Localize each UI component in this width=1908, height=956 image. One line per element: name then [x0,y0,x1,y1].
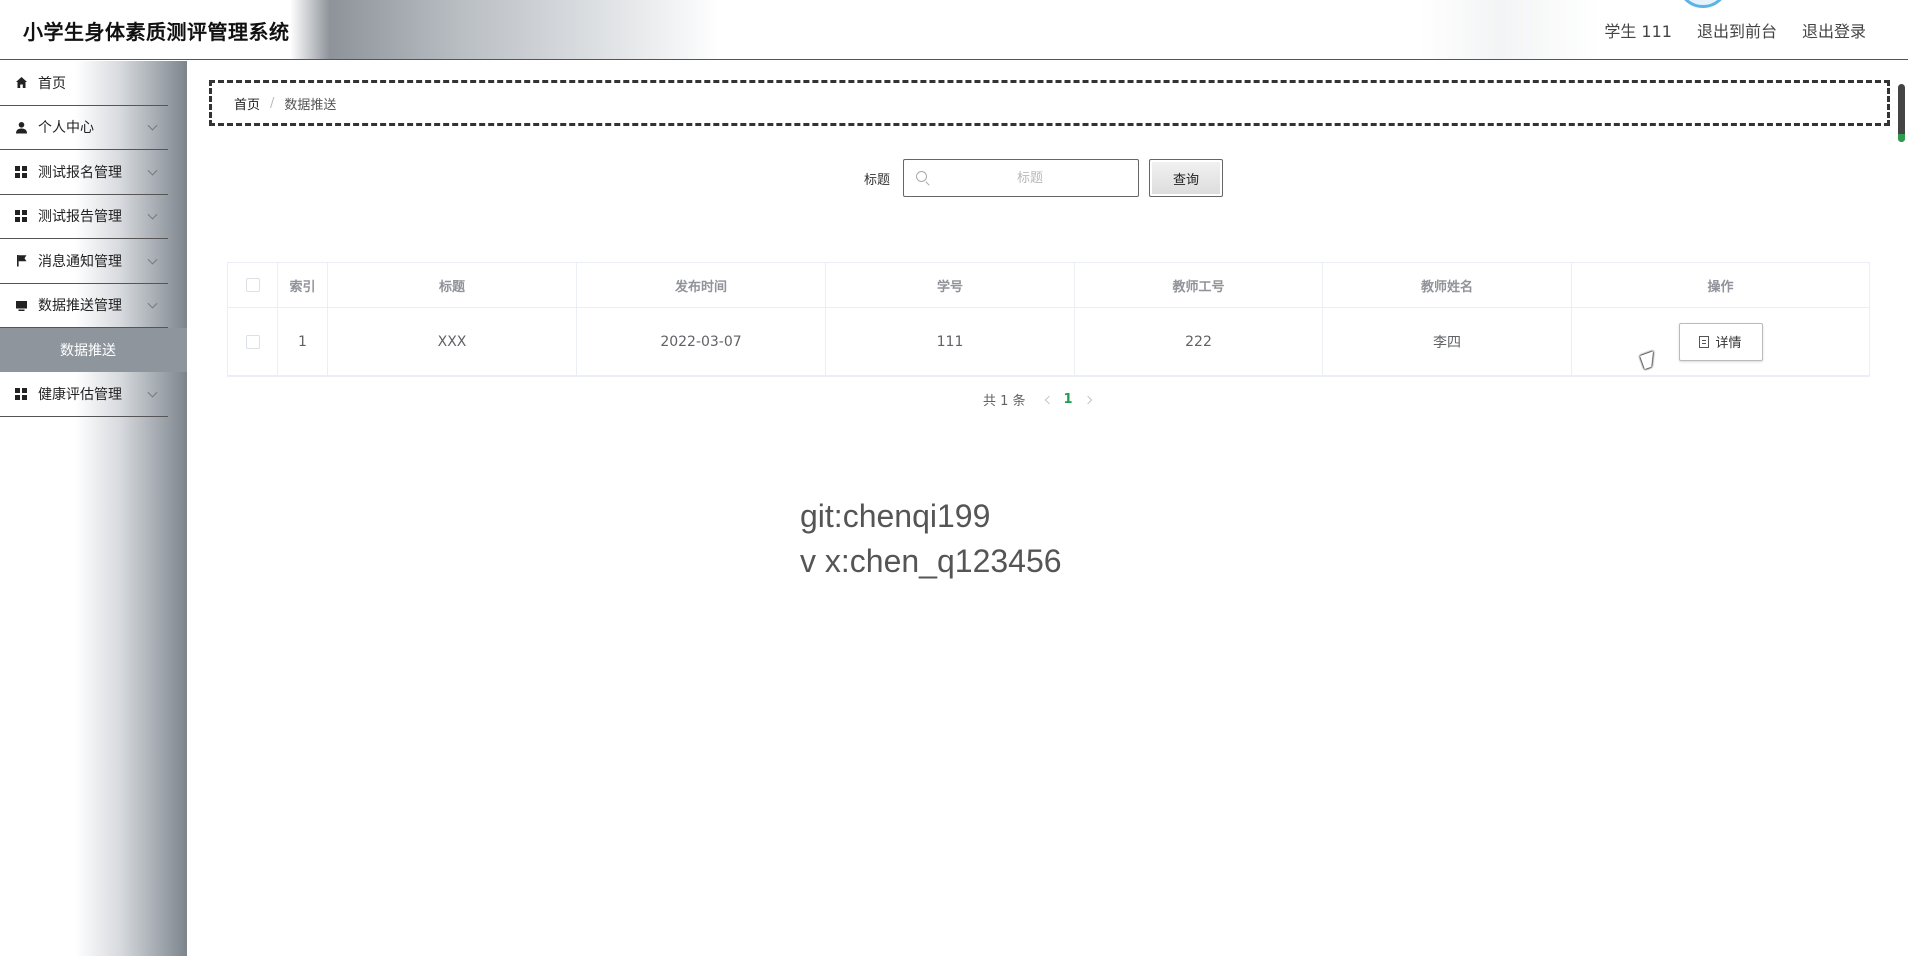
header-checkbox-cell [228,263,278,307]
watermark-line: git:chenqi199 [800,498,991,534]
cell-student-no: 111 [826,308,1075,375]
column-header: 发布时间 [577,263,826,307]
grid-icon [14,209,28,223]
pagination-total: 共 1 条 [983,394,1026,409]
pagination-page[interactable]: 1 [1064,392,1073,407]
avatar-decoration [1677,0,1729,8]
row-checkbox[interactable] [245,334,260,349]
sidebar-subitem-data-push[interactable]: 数据推送 [0,328,187,372]
sidebar-item-test-report[interactable]: 测试报告管理 [0,195,168,239]
watermark-text: git:chenqi199 v x:chen_q123456 [800,494,1062,584]
logout-link[interactable]: 退出登录 [1802,18,1866,42]
sidebar-item-label: 数据推送管理 [38,298,122,315]
cell-teacher-no: 222 [1075,308,1323,375]
search-label: 标题 [864,173,891,188]
cell-actions: 详情 [1572,308,1869,375]
app-title: 小学生身体素质测评管理系统 [23,20,290,44]
row-checkbox-cell [228,308,278,375]
sidebar-item-label: 首页 [38,75,66,92]
header-links: 学生 111 退出到前台 退出登录 [1604,18,1866,42]
grid-icon [14,387,28,401]
chevron-left-icon[interactable] [1044,395,1053,404]
column-header: 索引 [278,263,328,307]
column-header: 标题 [328,263,577,307]
column-header: 教师姓名 [1323,263,1572,307]
breadcrumb: 首页 / 数据推送 [209,80,1890,126]
cell-publish-time: 2022-03-07 [577,308,826,375]
search-field[interactable] [903,159,1139,197]
sidebar-item-label: 测试报告管理 [38,209,122,226]
sidebar-item-notifications[interactable]: 消息通知管理 [0,239,168,284]
cell-teacher-name: 李四 [1323,308,1572,375]
watermark-line: v x:chen_q123456 [800,543,1062,579]
chevron-right-icon[interactable] [1083,395,1092,404]
sidebar-item-health-assessment[interactable]: 健康评估管理 [0,372,168,417]
cell-title: XXX [328,308,577,375]
sidebar-item-label: 健康评估管理 [38,386,122,403]
sidebar-item-label: 消息通知管理 [38,253,122,270]
monitor-icon [14,298,28,312]
sidebar-item-label: 测试报名管理 [38,164,122,181]
sidebar-item-home[interactable]: 首页 [0,61,168,106]
sidebar-item-label: 个人中心 [38,120,94,137]
cell-index: 1 [278,308,328,375]
back-to-front-link[interactable]: 退出到前台 [1697,18,1777,42]
top-header: 小学生身体素质测评管理系统 学生 111 退出到前台 退出登录 [0,0,1908,60]
flag-icon [14,254,28,268]
detail-button-label: 详情 [1715,336,1742,351]
scrollbar-thumb[interactable] [1898,84,1905,142]
grid-icon [14,165,28,179]
home-icon [14,76,28,90]
sidebar-item-personal-center[interactable]: 个人中心 [0,106,168,150]
breadcrumb-current: 数据推送 [284,97,337,113]
select-all-checkbox[interactable] [245,278,260,292]
table-row: 1 XXX 2022-03-07 111 222 李四 详情 [228,308,1869,376]
data-table: 索引 标题 发布时间 学号 教师工号 教师姓名 操作 1 XXX 2022-03… [227,262,1870,377]
chevron-down-icon [147,254,158,265]
breadcrumb-home[interactable]: 首页 [234,94,260,113]
document-icon [1699,335,1710,348]
pagination: 共 1 条 1 [983,390,1103,409]
breadcrumb-separator: / [270,95,275,111]
sidebar-item-test-registration[interactable]: 测试报名管理 [0,150,168,195]
user-label: 学生 111 [1604,22,1672,41]
sidebar-item-data-push[interactable]: 数据推送管理 [0,284,168,328]
column-header: 教师工号 [1075,263,1323,307]
search-icon [916,171,927,182]
search-button[interactable]: 查询 [1149,159,1223,197]
table-header-row: 索引 标题 发布时间 学号 教师工号 教师姓名 操作 [228,263,1869,308]
column-header: 学号 [826,263,1075,307]
chevron-down-icon [147,165,158,176]
column-header: 操作 [1707,279,1734,295]
chevron-down-icon [147,387,158,398]
chevron-down-icon [147,120,158,131]
sidebar: 首页 个人中心 测试报名管理 测试报告管理 消息通知管理 数据推送管理 数据推送… [0,61,187,956]
chevron-down-icon [147,209,158,220]
detail-button[interactable]: 详情 [1678,322,1763,361]
search-input[interactable] [904,160,1138,196]
chevron-down-icon [147,298,158,309]
user-icon [14,120,28,134]
